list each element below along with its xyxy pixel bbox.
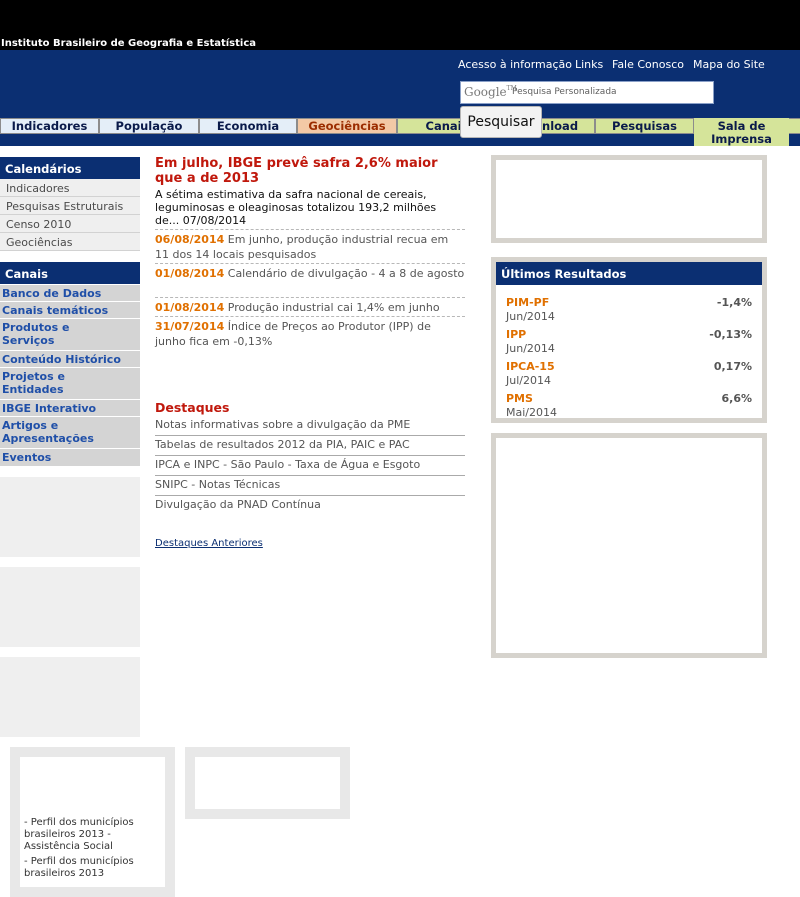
destaque-item[interactable]: Tabelas de resultados 2012 da PIA, PAIC … bbox=[155, 436, 465, 456]
destaques-heading: Destaques bbox=[155, 400, 230, 415]
google-logo: GoogleTM bbox=[464, 85, 517, 99]
link-fale-conosco[interactable]: Fale Conosco bbox=[612, 58, 684, 71]
link-links[interactable]: Links bbox=[575, 58, 603, 71]
canal-produtos-e-servicos[interactable]: Produtos e Serviços bbox=[0, 319, 140, 351]
perfil-link-assistencia-social[interactable]: - Perfil dos municípios brasileiros 2013… bbox=[24, 817, 154, 853]
calendario-geociencias[interactable]: Geociências bbox=[0, 233, 140, 251]
news-item[interactable]: 06/08/2014 Em junho, produção industrial… bbox=[155, 229, 465, 262]
right-banner-bottom bbox=[491, 433, 767, 658]
headline-link[interactable]: Em julho, IBGE prevê safra 2,6% maior qu… bbox=[155, 156, 463, 186]
org-name: Instituto Brasileiro de Geografia e Esta… bbox=[1, 38, 257, 49]
tab-geociencias[interactable]: Geociências bbox=[297, 118, 397, 134]
tab-populacao[interactable]: População bbox=[99, 118, 199, 134]
search-button[interactable]: Pesquisar bbox=[460, 106, 542, 138]
news-text: Produção industrial cai 1,4% em junho bbox=[224, 301, 440, 314]
ultimos-resultados-inner: Últimos Resultados PIM-PF Jun/2014 -1,4%… bbox=[496, 262, 762, 419]
sidebar-banner-1 bbox=[0, 477, 140, 557]
result-date: Jun/2014 bbox=[506, 310, 555, 323]
result-name-ipp[interactable]: IPP bbox=[506, 328, 526, 341]
result-value: -1,4% bbox=[716, 296, 752, 309]
destaque-item[interactable]: SNIPC - Notas Técnicas bbox=[155, 476, 465, 496]
news-date: 31/07/2014 bbox=[155, 320, 225, 333]
destaques-anteriores-link[interactable]: Destaques Anteriores bbox=[155, 538, 263, 549]
right-banner-top bbox=[491, 155, 767, 243]
news-date: 06/08/2014 bbox=[155, 233, 225, 246]
calendario-pesquisas-estruturais[interactable]: Pesquisas Estruturais bbox=[0, 197, 140, 215]
tab-indicadores[interactable]: Indicadores bbox=[0, 118, 99, 134]
news-item[interactable]: 01/08/2014 Calendário de divulgação - 4 … bbox=[155, 263, 465, 281]
tab-pesquisas[interactable]: Pesquisas bbox=[595, 118, 694, 134]
news-item[interactable]: 31/07/2014 Índice de Preços ao Produtor … bbox=[155, 316, 465, 349]
news-date: 01/08/2014 bbox=[155, 267, 225, 280]
result-name-pim-pf[interactable]: PIM-PF bbox=[506, 296, 549, 309]
search-placeholder: Pesquisa Personalizada bbox=[512, 87, 617, 97]
perfil-box: - Perfil dos municípios brasileiros 2013… bbox=[10, 747, 175, 897]
canal-eventos[interactable]: Eventos bbox=[0, 449, 140, 467]
tab-economia[interactable]: Economia bbox=[199, 118, 297, 134]
calendario-indicadores[interactable]: Indicadores bbox=[0, 179, 140, 197]
link-mapa-do-site[interactable]: Mapa do Site bbox=[693, 58, 765, 71]
calendarios-heading: Calendários bbox=[0, 157, 140, 179]
result-date: Mai/2014 bbox=[506, 406, 557, 419]
perfil-link-2013[interactable]: - Perfil dos municípios brasileiros 2013 bbox=[24, 856, 154, 880]
result-name-pms[interactable]: PMS bbox=[506, 392, 533, 405]
canal-canais-tematicos[interactable]: Canais temáticos bbox=[0, 302, 140, 319]
result-value: 0,17% bbox=[713, 360, 752, 373]
result-name-ipca-15[interactable]: IPCA-15 bbox=[506, 360, 555, 373]
result-date: Jul/2014 bbox=[506, 374, 551, 387]
sidebar-banner-3 bbox=[0, 657, 140, 737]
destaque-item[interactable]: Divulgação da PNAD Contínua bbox=[155, 496, 465, 516]
result-value: 6,6% bbox=[721, 392, 752, 405]
canal-ibge-interativo[interactable]: IBGE Interativo bbox=[0, 400, 140, 417]
result-value: -0,13% bbox=[709, 328, 752, 341]
tab-sala-de-imprensa[interactable]: Sala de Imprensa bbox=[694, 118, 789, 146]
canal-projetos-e-entidades[interactable]: Projetos e Entidades bbox=[0, 368, 140, 400]
destaque-item[interactable]: Notas informativas sobre a divulgação da… bbox=[155, 416, 465, 436]
bottom-banner-box bbox=[185, 747, 350, 819]
search-input[interactable]: GoogleTM Pesquisa Personalizada bbox=[460, 81, 714, 104]
sidebar-banner-2 bbox=[0, 567, 140, 647]
calendario-censo-2010[interactable]: Censo 2010 bbox=[0, 215, 140, 233]
canal-conteudo-historico[interactable]: Conteúdo Histórico bbox=[0, 351, 140, 368]
news-item[interactable]: 01/08/2014 Produção industrial cai 1,4% … bbox=[155, 297, 465, 315]
news-date: 01/08/2014 bbox=[155, 301, 225, 314]
result-date: Jun/2014 bbox=[506, 342, 555, 355]
ultimos-resultados-panel: Últimos Resultados PIM-PF Jun/2014 -1,4%… bbox=[491, 257, 767, 423]
canal-banco-de-dados[interactable]: Banco de Dados bbox=[0, 285, 140, 302]
ultimos-resultados-heading: Últimos Resultados bbox=[496, 262, 762, 285]
headline-summary: A sétima estimativa da safra nacional de… bbox=[155, 188, 437, 227]
destaque-item[interactable]: IPCA e INPC - São Paulo - Taxa de Água e… bbox=[155, 456, 465, 476]
bottom-banner-inner bbox=[195, 757, 340, 809]
canais-heading: Canais bbox=[0, 262, 140, 284]
news-text: Calendário de divulgação - 4 a 8 de agos… bbox=[224, 267, 465, 280]
canal-artigos-e-apresentacoes[interactable]: Artigos e Apresentações bbox=[0, 417, 140, 449]
link-acesso-informacao[interactable]: Acesso à informação bbox=[458, 58, 572, 71]
